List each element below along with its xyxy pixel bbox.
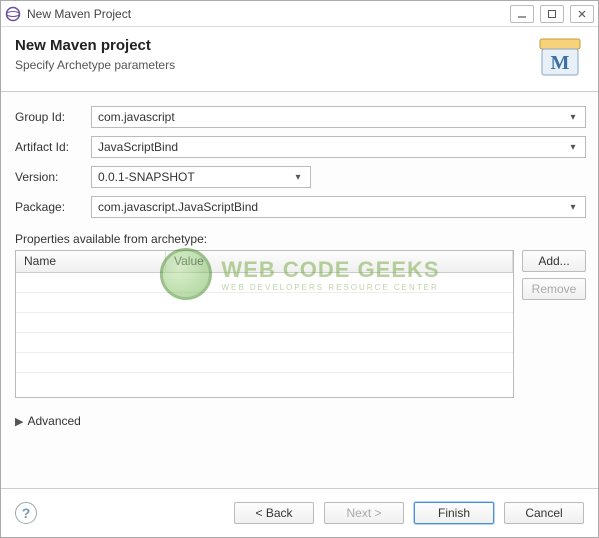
chevron-down-icon: ▾: [565, 137, 581, 157]
finish-button[interactable]: Finish: [414, 502, 494, 524]
wizard-footer: ? < Back Next > Finish Cancel: [1, 489, 598, 537]
package-value: com.javascript.JavaScriptBind: [98, 200, 565, 214]
app-icon: [5, 6, 21, 22]
package-label: Package:: [15, 200, 91, 214]
version-input[interactable]: 0.0.1-SNAPSHOT ▾: [91, 166, 311, 188]
properties-table[interactable]: Name Value: [15, 250, 514, 398]
table-row: [16, 313, 513, 333]
caret-right-icon: ▶: [15, 415, 23, 428]
group-id-label: Group Id:: [15, 110, 91, 124]
wizard-body: Group Id: com.javascript ▾ Artifact Id: …: [1, 92, 598, 488]
advanced-toggle[interactable]: ▶ Advanced: [15, 414, 586, 428]
remove-button: Remove: [522, 278, 586, 300]
cancel-button[interactable]: Cancel: [504, 502, 584, 524]
table-row: [16, 293, 513, 313]
column-name[interactable]: Name: [16, 251, 166, 272]
back-button[interactable]: < Back: [234, 502, 314, 524]
maximize-button[interactable]: [540, 5, 564, 23]
maven-icon: M: [536, 37, 584, 79]
properties-label: Properties available from archetype:: [15, 232, 586, 246]
titlebar: New Maven Project: [1, 1, 598, 27]
help-icon[interactable]: ?: [15, 502, 37, 524]
chevron-down-icon: ▾: [290, 167, 306, 187]
next-button: Next >: [324, 502, 404, 524]
version-label: Version:: [15, 170, 91, 184]
artifact-id-value: JavaScriptBind: [98, 140, 565, 154]
minimize-button[interactable]: [510, 5, 534, 23]
table-row: [16, 333, 513, 353]
artifact-id-label: Artifact Id:: [15, 140, 91, 154]
window-title: New Maven Project: [27, 7, 510, 21]
table-row: [16, 353, 513, 373]
wizard-header: New Maven project Specify Archetype para…: [1, 27, 598, 92]
version-value: 0.0.1-SNAPSHOT: [98, 170, 290, 184]
page-subtitle: Specify Archetype parameters: [15, 58, 175, 72]
add-button[interactable]: Add...: [522, 250, 586, 272]
chevron-down-icon: ▾: [565, 107, 581, 127]
svg-text:M: M: [551, 52, 570, 74]
group-id-input[interactable]: com.javascript ▾: [91, 106, 586, 128]
artifact-id-input[interactable]: JavaScriptBind ▾: [91, 136, 586, 158]
table-row: [16, 273, 513, 293]
page-title: New Maven project: [15, 37, 175, 54]
properties-table-body: [16, 273, 513, 397]
dialog-window: New Maven Project New Maven project Spec…: [0, 0, 599, 538]
close-button[interactable]: [570, 5, 594, 23]
group-id-value: com.javascript: [98, 110, 565, 124]
column-value[interactable]: Value: [166, 251, 513, 272]
chevron-down-icon: ▾: [565, 197, 581, 217]
package-input[interactable]: com.javascript.JavaScriptBind ▾: [91, 196, 586, 218]
advanced-label: Advanced: [27, 414, 80, 428]
